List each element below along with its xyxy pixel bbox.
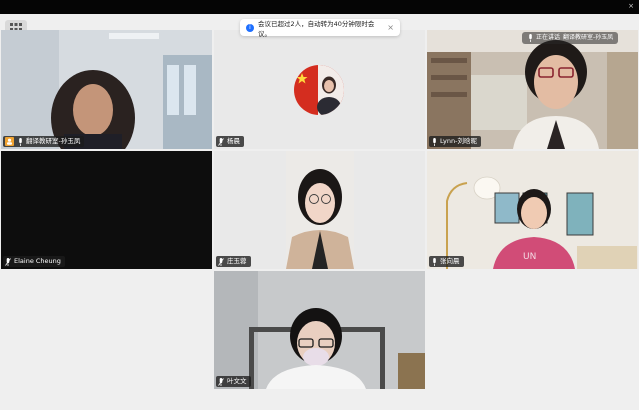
mic-muted-icon xyxy=(218,377,224,386)
participant-namebar: 庄玉蓉 xyxy=(216,256,251,267)
notice-text: 会议已超过2人，自动转为40分钟限时会议。 xyxy=(258,19,375,38)
video-tile-yang-chen[interactable]: 杨晨 xyxy=(214,30,425,149)
participant-video xyxy=(286,151,354,269)
mic-muted-icon xyxy=(218,257,224,266)
participant-namebar: Lynn-刘晗昵 xyxy=(429,136,481,147)
participant-name: 叶文文 xyxy=(227,377,247,385)
participant-video: UN xyxy=(427,151,638,269)
mic-on-icon xyxy=(527,34,533,42)
meeting-limit-notice: i 会议已超过2人，自动转为40分钟限时会议。 × xyxy=(240,19,400,38)
window-close-button[interactable]: × xyxy=(628,2,634,11)
title-bar: × xyxy=(0,0,639,14)
video-tile-zhang-xiangchen[interactable]: UN 张向晨 xyxy=(427,151,638,269)
participant-name: 翻译教研室-孙玉凤 xyxy=(26,137,81,145)
mic-muted-icon xyxy=(5,257,11,266)
participant-name: Elaine Cheung xyxy=(14,257,61,265)
info-icon: i xyxy=(246,23,254,32)
mic-muted-icon xyxy=(218,137,224,146)
mic-on-icon xyxy=(17,137,23,146)
host-badge-icon xyxy=(5,137,14,146)
mic-on-icon xyxy=(431,137,437,146)
participant-video xyxy=(214,271,425,389)
video-tile-ye-wenwen[interactable]: 叶文文 xyxy=(214,271,425,389)
video-tile-elaine-cheung[interactable]: Elaine Cheung xyxy=(1,151,212,269)
mic-on-icon xyxy=(431,257,437,266)
speaking-label: 正在讲话 xyxy=(536,34,561,41)
participant-namebar: 翻译教研室-孙玉凤 xyxy=(3,136,85,147)
participant-name: Lynn-刘晗昵 xyxy=(440,137,477,145)
participant-namebar: 叶文文 xyxy=(216,376,251,387)
participant-avatar xyxy=(294,65,344,115)
notice-close-button[interactable]: × xyxy=(387,23,394,32)
participant-namebar: 杨晨 xyxy=(216,136,244,147)
video-tile-sun-yufeng[interactable]: 翻译教研室-孙玉凤 xyxy=(1,30,212,149)
video-tile-lynn[interactable]: Lynn-刘晗昵 xyxy=(427,30,638,149)
video-tile-zhuang-yurong[interactable]: 庄玉蓉 xyxy=(214,151,425,269)
participant-video xyxy=(427,30,638,149)
participant-video xyxy=(1,30,212,149)
participant-namebar: Elaine Cheung xyxy=(3,256,65,267)
svg-text:UN: UN xyxy=(523,252,536,262)
speaking-name: 翻译教研室-孙玉凤 xyxy=(563,34,614,41)
participant-name: 庄玉蓉 xyxy=(227,257,247,265)
participant-namebar: 张向晨 xyxy=(429,256,464,267)
speaking-indicator: 正在讲话 翻译教研室-孙玉凤 xyxy=(522,32,619,44)
participant-name: 张向晨 xyxy=(440,257,460,265)
participant-name: 杨晨 xyxy=(227,137,240,145)
